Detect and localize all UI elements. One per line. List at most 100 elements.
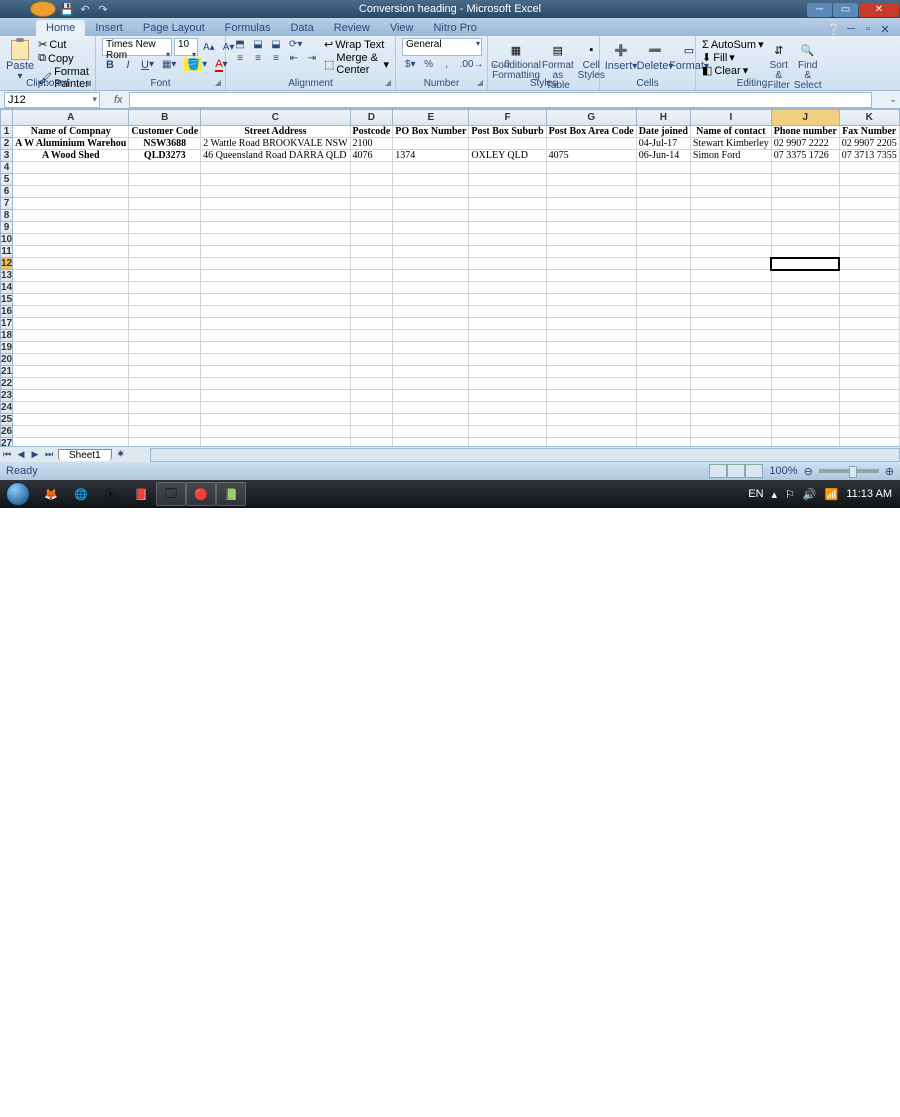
tab-page-layout[interactable]: Page Layout [133, 20, 215, 36]
cell[interactable] [129, 258, 201, 270]
cell[interactable] [13, 330, 129, 342]
cell[interactable] [546, 186, 636, 198]
tab-data[interactable]: Data [280, 20, 323, 36]
cell[interactable] [636, 438, 690, 447]
paste-button[interactable]: Paste ▾ [6, 38, 34, 82]
expand-formula-bar-icon[interactable]: ⌄ [886, 94, 900, 105]
cell[interactable] [771, 210, 839, 222]
cell[interactable] [393, 402, 469, 414]
row-header-27[interactable]: 27 [1, 438, 13, 447]
cell[interactable] [839, 318, 899, 330]
cell[interactable] [546, 414, 636, 426]
cell[interactable] [771, 426, 839, 438]
row-header-22[interactable]: 22 [1, 378, 13, 390]
cell[interactable]: Post Box Suburb [469, 126, 546, 138]
cell[interactable]: Post Box Area Code [546, 126, 636, 138]
cell[interactable] [129, 294, 201, 306]
tray-network-icon[interactable]: 📶 [825, 488, 839, 501]
cell[interactable] [129, 282, 201, 294]
cell[interactable] [13, 162, 129, 174]
taskbar-excel-icon[interactable]: 📗 [216, 482, 246, 506]
cell[interactable] [546, 210, 636, 222]
percent-icon[interactable]: % [421, 58, 437, 71]
column-header-E[interactable]: E [393, 110, 469, 126]
cell[interactable] [129, 306, 201, 318]
cell[interactable] [771, 162, 839, 174]
cell[interactable] [129, 186, 201, 198]
cell[interactable] [393, 330, 469, 342]
page-layout-view-icon[interactable] [727, 464, 745, 478]
cell[interactable] [350, 402, 393, 414]
cell[interactable] [393, 198, 469, 210]
alignment-launcher[interactable]: ◢ [383, 78, 393, 88]
cell[interactable] [771, 414, 839, 426]
cell[interactable] [690, 258, 771, 270]
cell[interactable] [839, 366, 899, 378]
cell[interactable] [13, 198, 129, 210]
cell[interactable] [636, 378, 690, 390]
cell[interactable] [636, 258, 690, 270]
select-all-corner[interactable] [1, 110, 13, 126]
align-left-icon[interactable]: ≡ [232, 52, 248, 65]
cell[interactable] [839, 438, 899, 447]
cell[interactable] [636, 390, 690, 402]
restore-window-icon[interactable]: ▫ [861, 22, 875, 36]
cell[interactable] [839, 294, 899, 306]
cell[interactable] [393, 342, 469, 354]
cell[interactable] [546, 378, 636, 390]
cell[interactable] [690, 282, 771, 294]
cell[interactable]: 4076 [350, 150, 393, 162]
cell[interactable] [350, 426, 393, 438]
cell[interactable] [469, 222, 546, 234]
row-header-14[interactable]: 14 [1, 282, 13, 294]
cell[interactable] [469, 246, 546, 258]
cell[interactable] [13, 294, 129, 306]
cell[interactable] [839, 402, 899, 414]
column-header-C[interactable]: C [201, 110, 350, 126]
cell[interactable] [690, 246, 771, 258]
cell[interactable] [201, 186, 350, 198]
cell[interactable] [839, 198, 899, 210]
cell[interactable]: 02 9907 2205 [839, 138, 899, 150]
cell[interactable] [129, 330, 201, 342]
cell[interactable] [771, 294, 839, 306]
cell[interactable] [690, 270, 771, 282]
close-workbook-icon[interactable]: ✕ [878, 22, 892, 36]
cell[interactable] [771, 222, 839, 234]
align-bottom-icon[interactable]: ⬓ [268, 38, 284, 51]
increase-decimal-icon[interactable]: .00→ [457, 58, 487, 71]
cell[interactable] [393, 174, 469, 186]
cell[interactable] [350, 222, 393, 234]
cell[interactable] [690, 234, 771, 246]
cell[interactable] [13, 222, 129, 234]
cell[interactable] [636, 186, 690, 198]
fx-icon[interactable]: fx [114, 94, 123, 106]
page-break-view-icon[interactable] [745, 464, 763, 478]
cell[interactable] [690, 306, 771, 318]
cell[interactable] [636, 162, 690, 174]
cell[interactable] [469, 138, 546, 150]
cell[interactable] [13, 378, 129, 390]
help-icon[interactable]: ❔ [827, 22, 841, 36]
taskbar-app2-icon[interactable]: 🗔 [156, 482, 186, 506]
fill-button[interactable]: ⬇ Fill▾ [702, 51, 764, 64]
cell[interactable] [546, 198, 636, 210]
row-header-25[interactable]: 25 [1, 414, 13, 426]
column-header-A[interactable]: A [13, 110, 129, 126]
row-header-9[interactable]: 9 [1, 222, 13, 234]
cell[interactable] [839, 390, 899, 402]
wrap-text-button[interactable]: ↩ Wrap Text [324, 38, 389, 51]
cell[interactable] [201, 426, 350, 438]
row-header-15[interactable]: 15 [1, 294, 13, 306]
clear-button[interactable]: ◧ Clear▾ [702, 64, 764, 77]
cell[interactable] [13, 402, 129, 414]
cell[interactable] [636, 282, 690, 294]
cell[interactable] [690, 414, 771, 426]
cell[interactable] [129, 198, 201, 210]
cell[interactable] [839, 186, 899, 198]
cell[interactable] [771, 438, 839, 447]
cell[interactable] [13, 234, 129, 246]
cell[interactable] [636, 426, 690, 438]
cell[interactable] [771, 258, 839, 270]
zoom-out-icon[interactable]: ⊖ [804, 465, 813, 478]
